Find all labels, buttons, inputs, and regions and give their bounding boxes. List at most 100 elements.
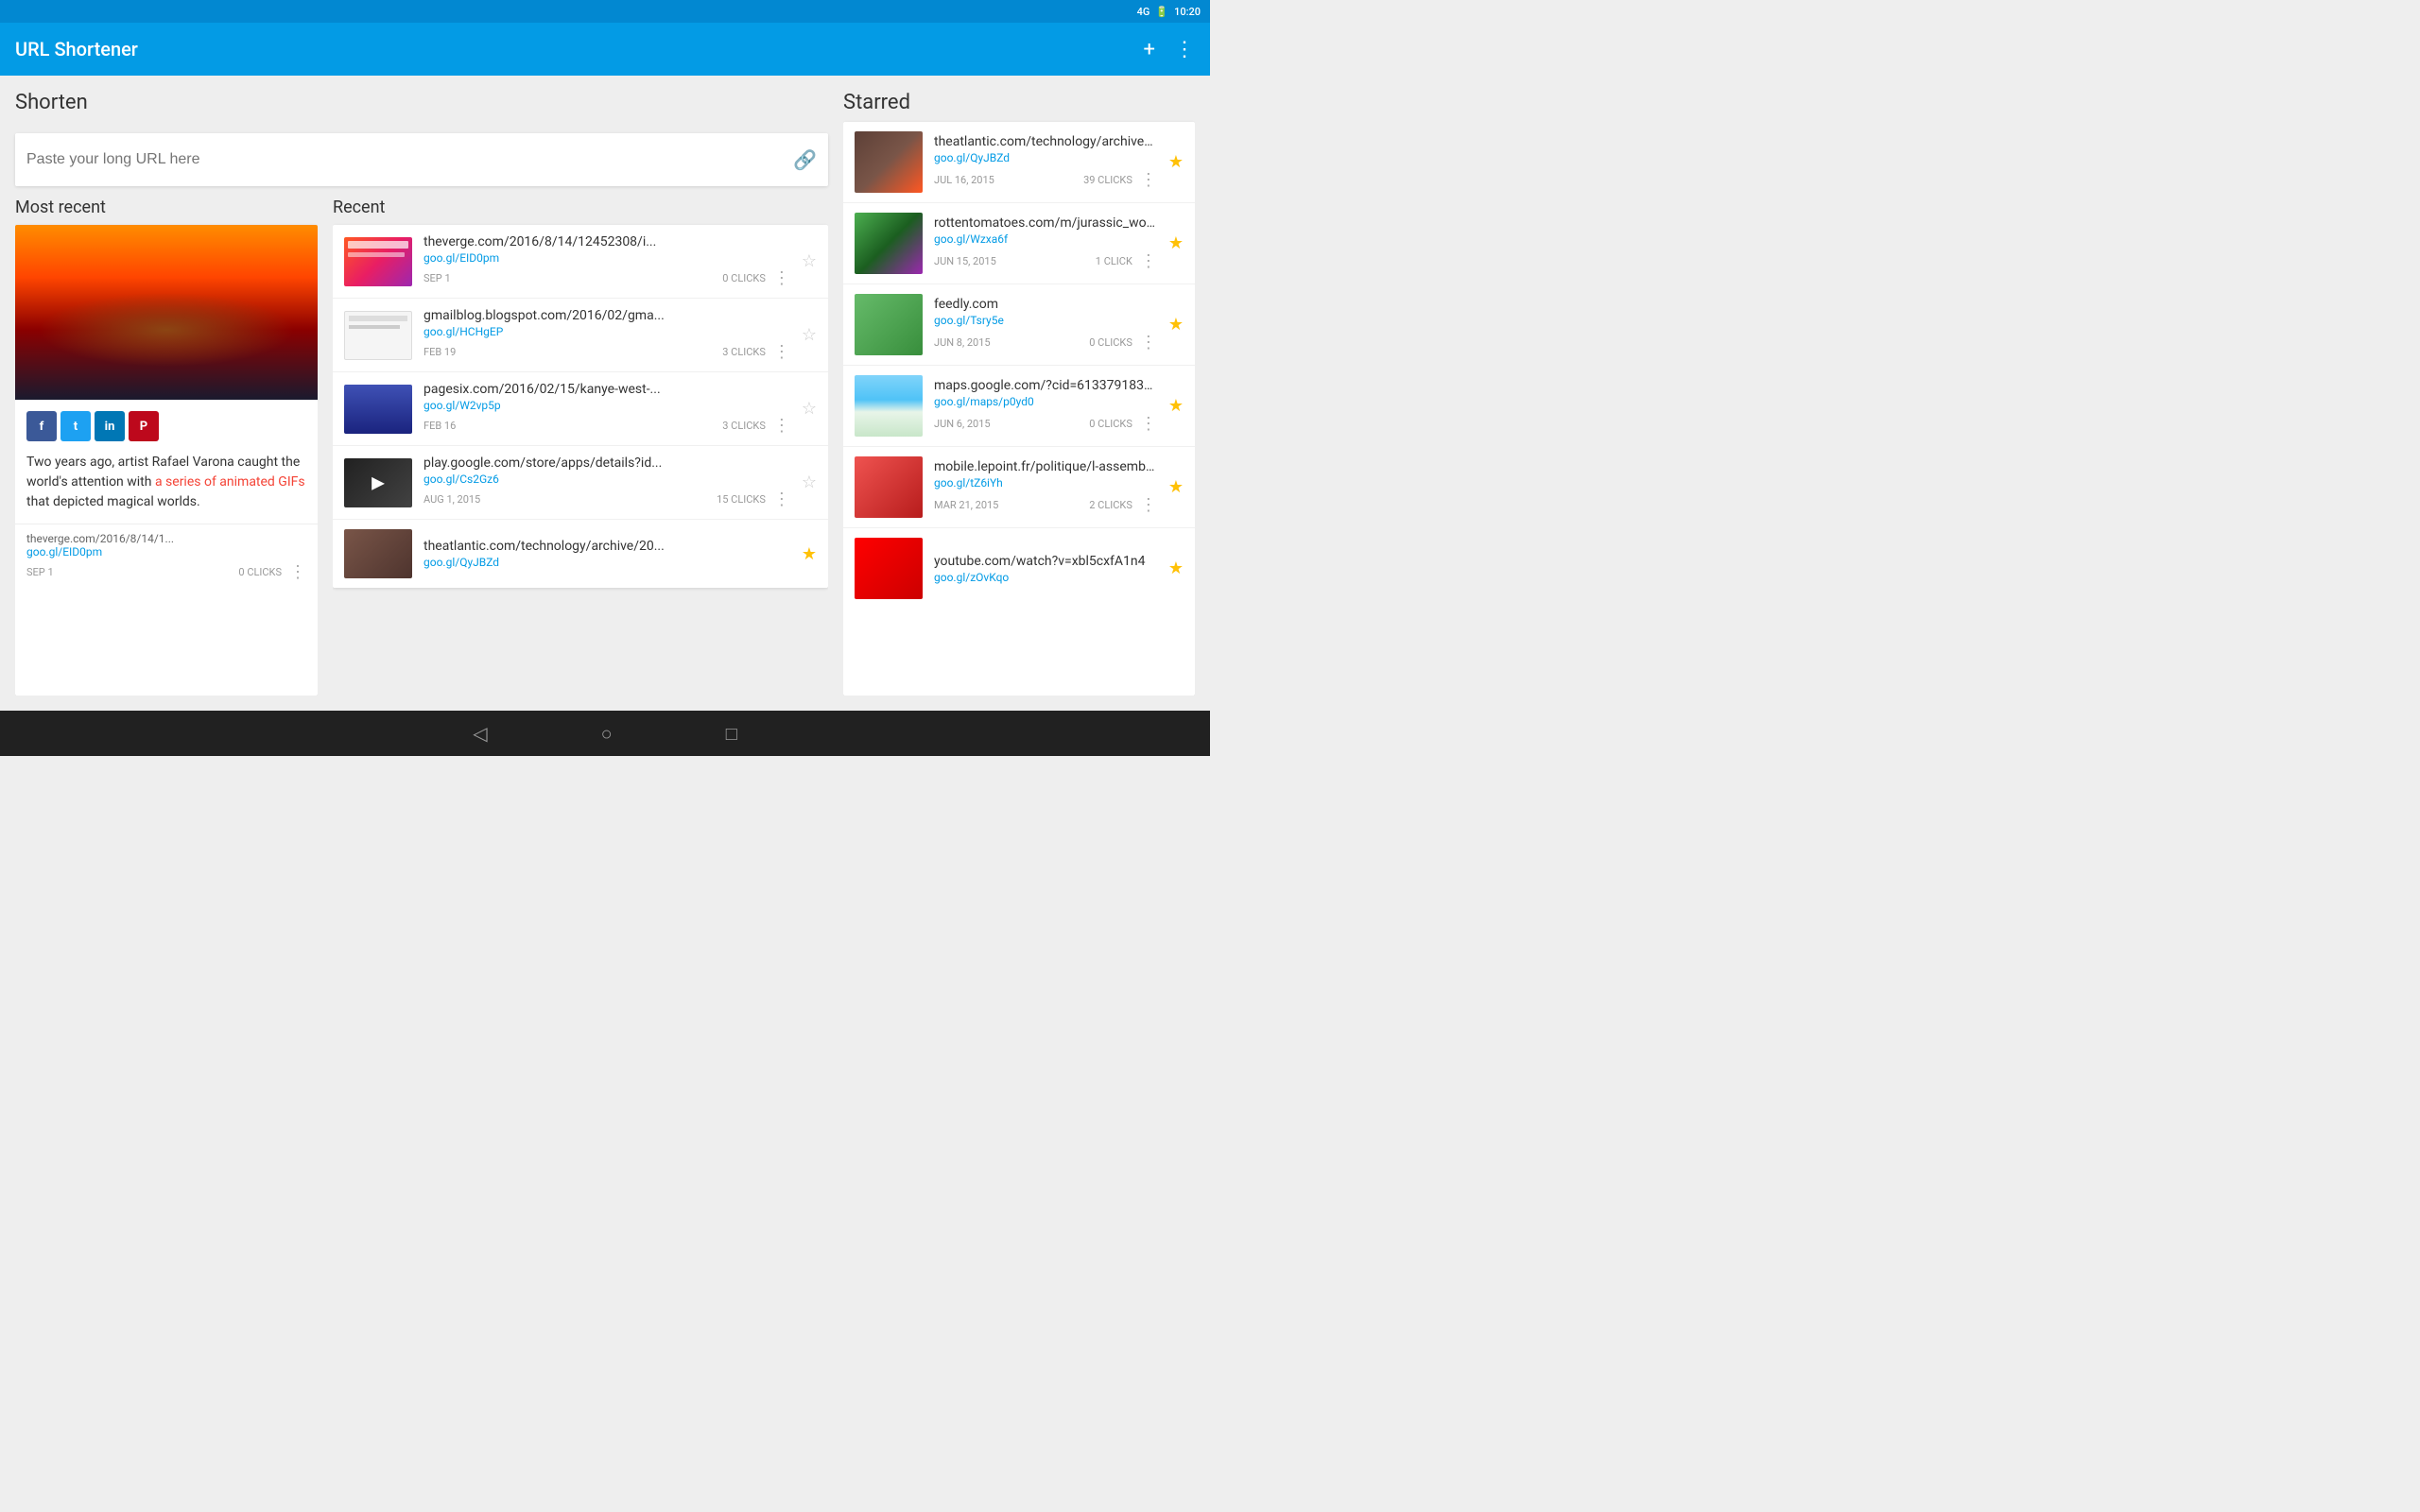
add-button[interactable]: + bbox=[1144, 38, 1155, 61]
star-icon[interactable]: ☆ bbox=[802, 399, 817, 419]
starred-item-short: goo.gl/Wzxa6f bbox=[934, 232, 1157, 246]
star-icon[interactable]: ★ bbox=[802, 544, 817, 564]
list-item[interactable]: mobile.lepoint.fr/politique/l-assemblee-… bbox=[843, 447, 1195, 528]
recent-info: gmailblog.blogspot.com/2016/02/gma... go… bbox=[424, 308, 790, 362]
starred-item-clicks: 39 CLICKS bbox=[1083, 174, 1132, 186]
time-display: 10:20 bbox=[1174, 6, 1201, 18]
nav-bar: ◁ ○ □ bbox=[0, 711, 1210, 756]
right-panel: Starred theatlantic.com/technology/archi… bbox=[843, 91, 1195, 696]
card-footer: theverge.com/2016/8/14/1... goo.gl/EID0p… bbox=[15, 524, 318, 590]
url-input-container[interactable]: 🔗 bbox=[15, 133, 828, 186]
starred-thumb-atlantic bbox=[855, 131, 923, 193]
card-social: f t in P bbox=[15, 400, 318, 453]
list-item[interactable]: youtube.com/watch?v=xbl5cxfA1n4 goo.gl/z… bbox=[843, 528, 1195, 609]
recent-item-title: play.google.com/store/apps/details?id... bbox=[424, 455, 790, 471]
starred-item-title: maps.google.com/?cid=613379183973... bbox=[934, 378, 1157, 393]
card-short-url: goo.gl/EID0pm bbox=[26, 545, 306, 558]
starred-item-meta: MAR 21, 2015 2 CLICKS ⋮ bbox=[934, 495, 1157, 515]
recent-item-more[interactable]: ⋮ bbox=[773, 342, 790, 362]
starred-item-more[interactable]: ⋮ bbox=[1140, 333, 1157, 352]
starred-thumb-feedly bbox=[855, 294, 923, 355]
recent-apps-button[interactable]: □ bbox=[726, 722, 737, 746]
list-item[interactable]: pagesix.com/2016/02/15/kanye-west-... go… bbox=[333, 372, 828, 446]
recent-item-short: goo.gl/Cs2Gz6 bbox=[424, 472, 790, 486]
most-recent-title: Most recent bbox=[15, 198, 318, 217]
list-item[interactable]: feedly.com goo.gl/Tsry5e JUN 8, 2015 0 C… bbox=[843, 284, 1195, 366]
recent-item-more[interactable]: ⋮ bbox=[773, 490, 790, 509]
recent-info: theverge.com/2016/8/14/12452308/i... goo… bbox=[424, 234, 790, 288]
card-meta: SEP 1 0 CLICKS ⋮ bbox=[26, 562, 306, 582]
star-icon[interactable]: ★ bbox=[1168, 477, 1184, 497]
pinterest-button[interactable]: P bbox=[129, 411, 159, 441]
starred-item-more[interactable]: ⋮ bbox=[1140, 495, 1157, 515]
starred-item-short: goo.gl/Tsry5e bbox=[934, 314, 1157, 327]
most-recent-col: Most recent f t in P Two years ago, arti… bbox=[15, 198, 318, 696]
card-more-icon[interactable]: ⋮ bbox=[289, 562, 306, 582]
star-icon[interactable]: ★ bbox=[1168, 558, 1184, 578]
starred-item-short: goo.gl/maps/p0yd0 bbox=[934, 395, 1157, 408]
starred-thumb-youtube bbox=[855, 538, 923, 599]
recent-info: pagesix.com/2016/02/15/kanye-west-... go… bbox=[424, 382, 790, 436]
list-item[interactable]: rottentomatoes.com/m/jurassic_world goo.… bbox=[843, 203, 1195, 284]
starred-info: rottentomatoes.com/m/jurassic_world goo.… bbox=[934, 215, 1157, 271]
app-bar: URL Shortener + ⋮ bbox=[0, 23, 1210, 76]
starred-info: mobile.lepoint.fr/politique/l-assemblee-… bbox=[934, 459, 1157, 515]
starred-item-date: JUN 8, 2015 bbox=[934, 336, 991, 349]
starred-item-clicks: 1 CLICK bbox=[1096, 255, 1132, 267]
card-clicks: 0 CLICKS bbox=[238, 566, 282, 578]
starred-item-more[interactable]: ⋮ bbox=[1140, 251, 1157, 271]
most-recent-card[interactable]: f t in P Two years ago, artist Rafael Va… bbox=[15, 225, 318, 696]
url-input[interactable] bbox=[26, 151, 793, 168]
star-icon[interactable]: ★ bbox=[1168, 396, 1184, 416]
list-item[interactable]: maps.google.com/?cid=613379183973... goo… bbox=[843, 366, 1195, 447]
more-button[interactable]: ⋮ bbox=[1174, 38, 1195, 61]
card-image bbox=[15, 225, 318, 400]
star-icon[interactable]: ★ bbox=[1168, 315, 1184, 335]
list-item[interactable]: theatlantic.com/technology/archive/20...… bbox=[843, 122, 1195, 203]
card-date: SEP 1 bbox=[26, 566, 54, 578]
starred-item-date: MAR 21, 2015 bbox=[934, 499, 998, 511]
star-icon[interactable]: ☆ bbox=[802, 251, 817, 271]
starred-item-meta: JUL 16, 2015 39 CLICKS ⋮ bbox=[934, 170, 1157, 190]
back-button[interactable]: ◁ bbox=[473, 722, 487, 745]
thumb-verge bbox=[344, 237, 412, 286]
list-item[interactable]: play.google.com/store/apps/details?id...… bbox=[333, 446, 828, 520]
recent-item-more[interactable]: ⋮ bbox=[773, 416, 790, 436]
app-title: URL Shortener bbox=[15, 38, 138, 60]
starred-item-meta: JUN 15, 2015 1 CLICK ⋮ bbox=[934, 251, 1157, 271]
card-url: theverge.com/2016/8/14/1... bbox=[26, 532, 306, 545]
star-icon[interactable]: ★ bbox=[1168, 152, 1184, 172]
recent-item-clicks: 3 CLICKS bbox=[722, 346, 766, 358]
recent-item-date: FEB 19 bbox=[424, 346, 456, 358]
app-bar-actions: + ⋮ bbox=[1144, 38, 1195, 61]
starred-thumb-maps bbox=[855, 375, 923, 437]
starred-item-date: JUL 16, 2015 bbox=[934, 174, 994, 186]
battery-indicator: 🔋 bbox=[1155, 6, 1168, 18]
home-button[interactable]: ○ bbox=[601, 722, 613, 746]
starred-item-clicks: 0 CLICKS bbox=[1089, 336, 1132, 349]
recent-item-meta: SEP 1 0 CLICKS ⋮ bbox=[424, 268, 790, 288]
starred-list: theatlantic.com/technology/archive/20...… bbox=[843, 122, 1195, 696]
star-icon[interactable]: ☆ bbox=[802, 325, 817, 345]
star-icon[interactable]: ☆ bbox=[802, 472, 817, 492]
starred-item-more[interactable]: ⋮ bbox=[1140, 414, 1157, 434]
recent-item-title: gmailblog.blogspot.com/2016/02/gma... bbox=[424, 308, 790, 323]
linkedin-button[interactable]: in bbox=[95, 411, 125, 441]
starred-info: feedly.com goo.gl/Tsry5e JUN 8, 2015 0 C… bbox=[934, 297, 1157, 352]
card-image-scene bbox=[15, 225, 318, 400]
starred-info: theatlantic.com/technology/archive/20...… bbox=[934, 134, 1157, 190]
twitter-button[interactable]: t bbox=[60, 411, 91, 441]
main-content: Shorten 🔗 Most recent f t in P bbox=[0, 76, 1210, 711]
shorten-title: Shorten bbox=[15, 91, 828, 114]
thumb-play bbox=[344, 458, 412, 507]
starred-item-more[interactable]: ⋮ bbox=[1140, 170, 1157, 190]
list-item[interactable]: theverge.com/2016/8/14/12452308/i... goo… bbox=[333, 225, 828, 299]
list-item[interactable]: gmailblog.blogspot.com/2016/02/gma... go… bbox=[333, 299, 828, 372]
recent-item-clicks: 0 CLICKS bbox=[722, 272, 766, 284]
star-icon[interactable]: ★ bbox=[1168, 233, 1184, 253]
list-item[interactable]: theatlantic.com/technology/archive/20...… bbox=[333, 520, 828, 588]
starred-item-title: mobile.lepoint.fr/politique/l-assemblee-… bbox=[934, 459, 1157, 474]
starred-thumb-lepoint bbox=[855, 456, 923, 518]
recent-item-more[interactable]: ⋮ bbox=[773, 268, 790, 288]
facebook-button[interactable]: f bbox=[26, 411, 57, 441]
